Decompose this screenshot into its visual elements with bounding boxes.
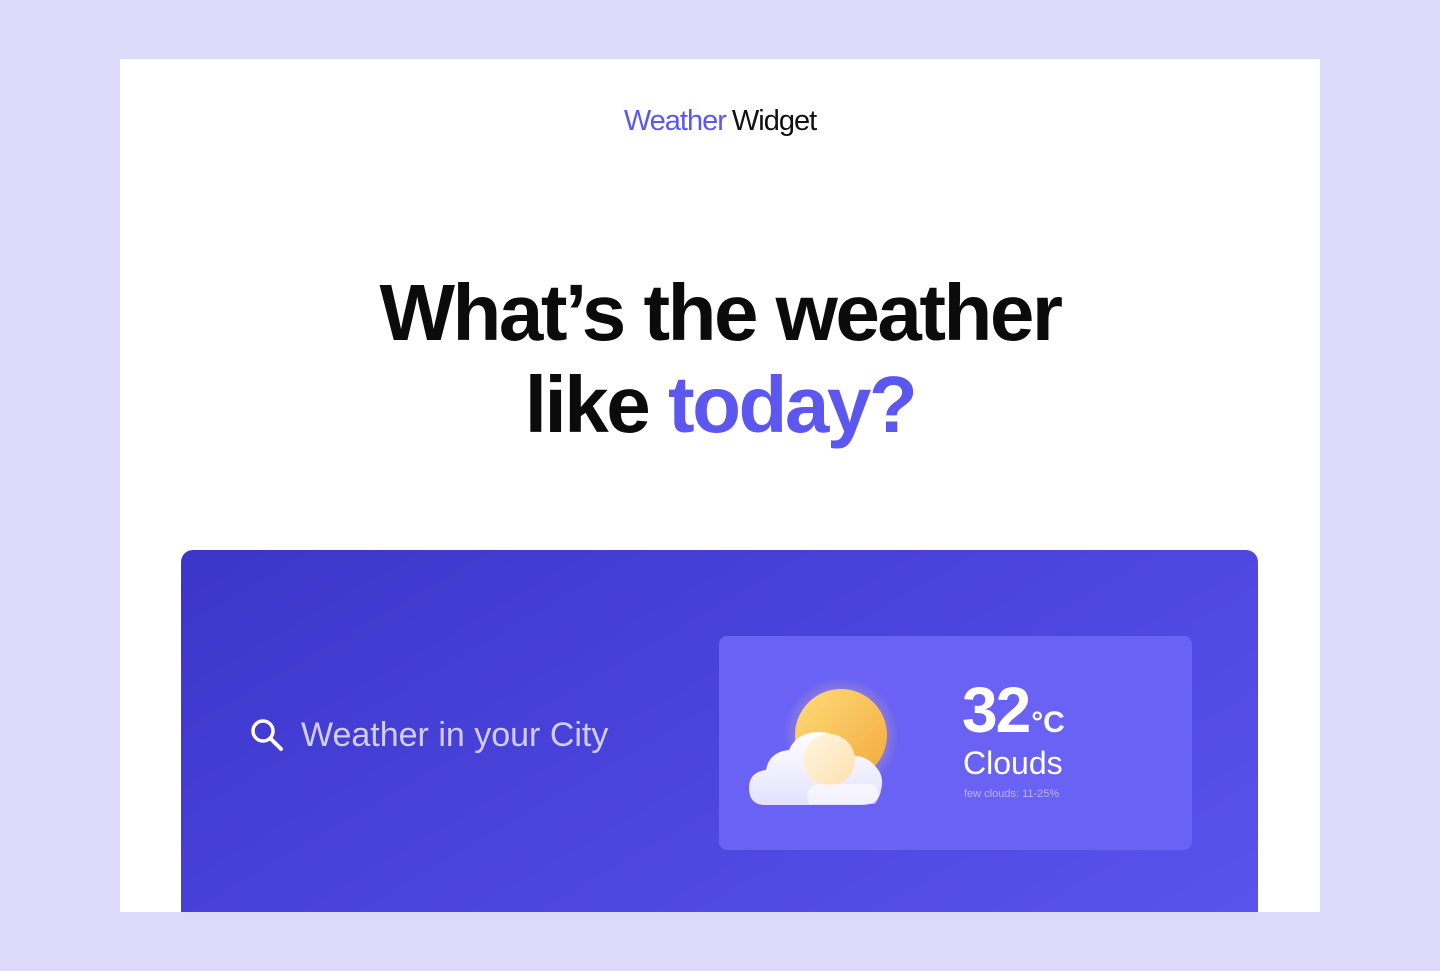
city-search-input[interactable] (301, 715, 661, 755)
weather-hero-panel: 32°C Clouds few clouds: 11-25% (181, 550, 1258, 912)
sun-behind-cloud-icon (749, 680, 897, 805)
weather-card: 32°C Clouds few clouds: 11-25% (719, 636, 1192, 850)
search-icon[interactable] (249, 717, 285, 753)
weather-condition: Clouds (963, 745, 1063, 781)
page-frame: Weather Widget What’s the weather like to… (120, 59, 1320, 912)
page-headline: What’s the weather like today? (120, 267, 1320, 451)
weather-description: few clouds: 11-25% (964, 788, 1060, 800)
headline-line-2-accent: today? (667, 360, 918, 449)
temperature-value: 32 (962, 674, 1031, 746)
temperature-unit: °C (1031, 706, 1065, 739)
headline-line-1: What’s the weather (379, 268, 1063, 357)
city-search (249, 710, 661, 760)
brand-word: Widget (731, 105, 817, 137)
brand-logo: Weather Widget (120, 101, 1320, 141)
brand-accent-word: Weather (623, 105, 727, 137)
headline-line-2-plain: like (524, 360, 651, 449)
